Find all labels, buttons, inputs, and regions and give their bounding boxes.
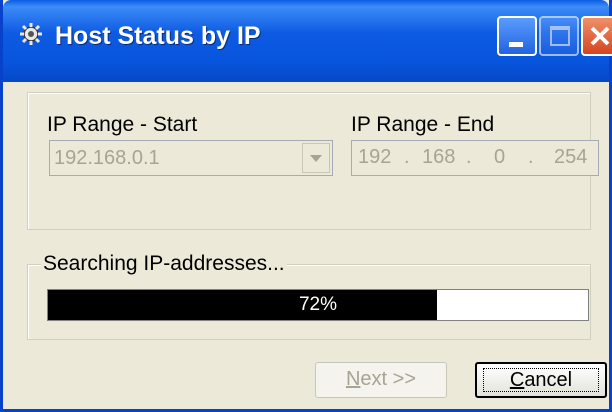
next-button: Next >> xyxy=(315,362,447,398)
cancel-button[interactable]: Cancel xyxy=(475,362,607,398)
chevron-down-icon xyxy=(310,155,322,162)
gear-icon xyxy=(19,22,43,46)
maximize-button xyxy=(539,16,579,56)
minimize-button[interactable] xyxy=(497,16,537,56)
close-icon xyxy=(590,26,610,46)
next-mnemonic: N xyxy=(345,368,361,390)
ip-start-value: 192.168.0.1 xyxy=(54,147,160,169)
search-label: Searching IP-addresses... xyxy=(41,252,287,276)
ip-end-octet-3: 0 xyxy=(494,146,506,168)
ip-end-octet-1: 192 xyxy=(358,146,392,168)
close-button[interactable] xyxy=(581,16,612,56)
focus-rectangle xyxy=(483,368,599,392)
ip-end-label: IP Range - End xyxy=(351,113,495,136)
ip-end-dot: . xyxy=(466,146,472,168)
window-title: Host Status by IP xyxy=(55,22,261,50)
title-bar[interactable]: Host Status by IP xyxy=(3,0,612,82)
next-label: ext >> xyxy=(360,368,417,390)
ip-end-field: 192 . 168 . 0 . 254 xyxy=(351,140,599,176)
ip-end-octet-2: 168 xyxy=(422,146,456,168)
ip-end-octet-4: 254 xyxy=(554,146,588,168)
progress-percent-text: 72% xyxy=(298,294,338,315)
ip-start-combobox: 192.168.0.1 xyxy=(49,140,333,176)
ip-end-dot: . xyxy=(404,146,410,168)
progress-bar: 72% xyxy=(47,289,589,321)
ip-end-dot: . xyxy=(528,146,534,168)
dialog-window: Host Status by IP IP Range - Start 192.1… xyxy=(0,0,612,412)
minimize-icon xyxy=(509,42,523,47)
ip-start-label: IP Range - Start xyxy=(47,113,198,136)
dropdown-button xyxy=(302,143,330,173)
maximize-icon xyxy=(550,26,570,46)
